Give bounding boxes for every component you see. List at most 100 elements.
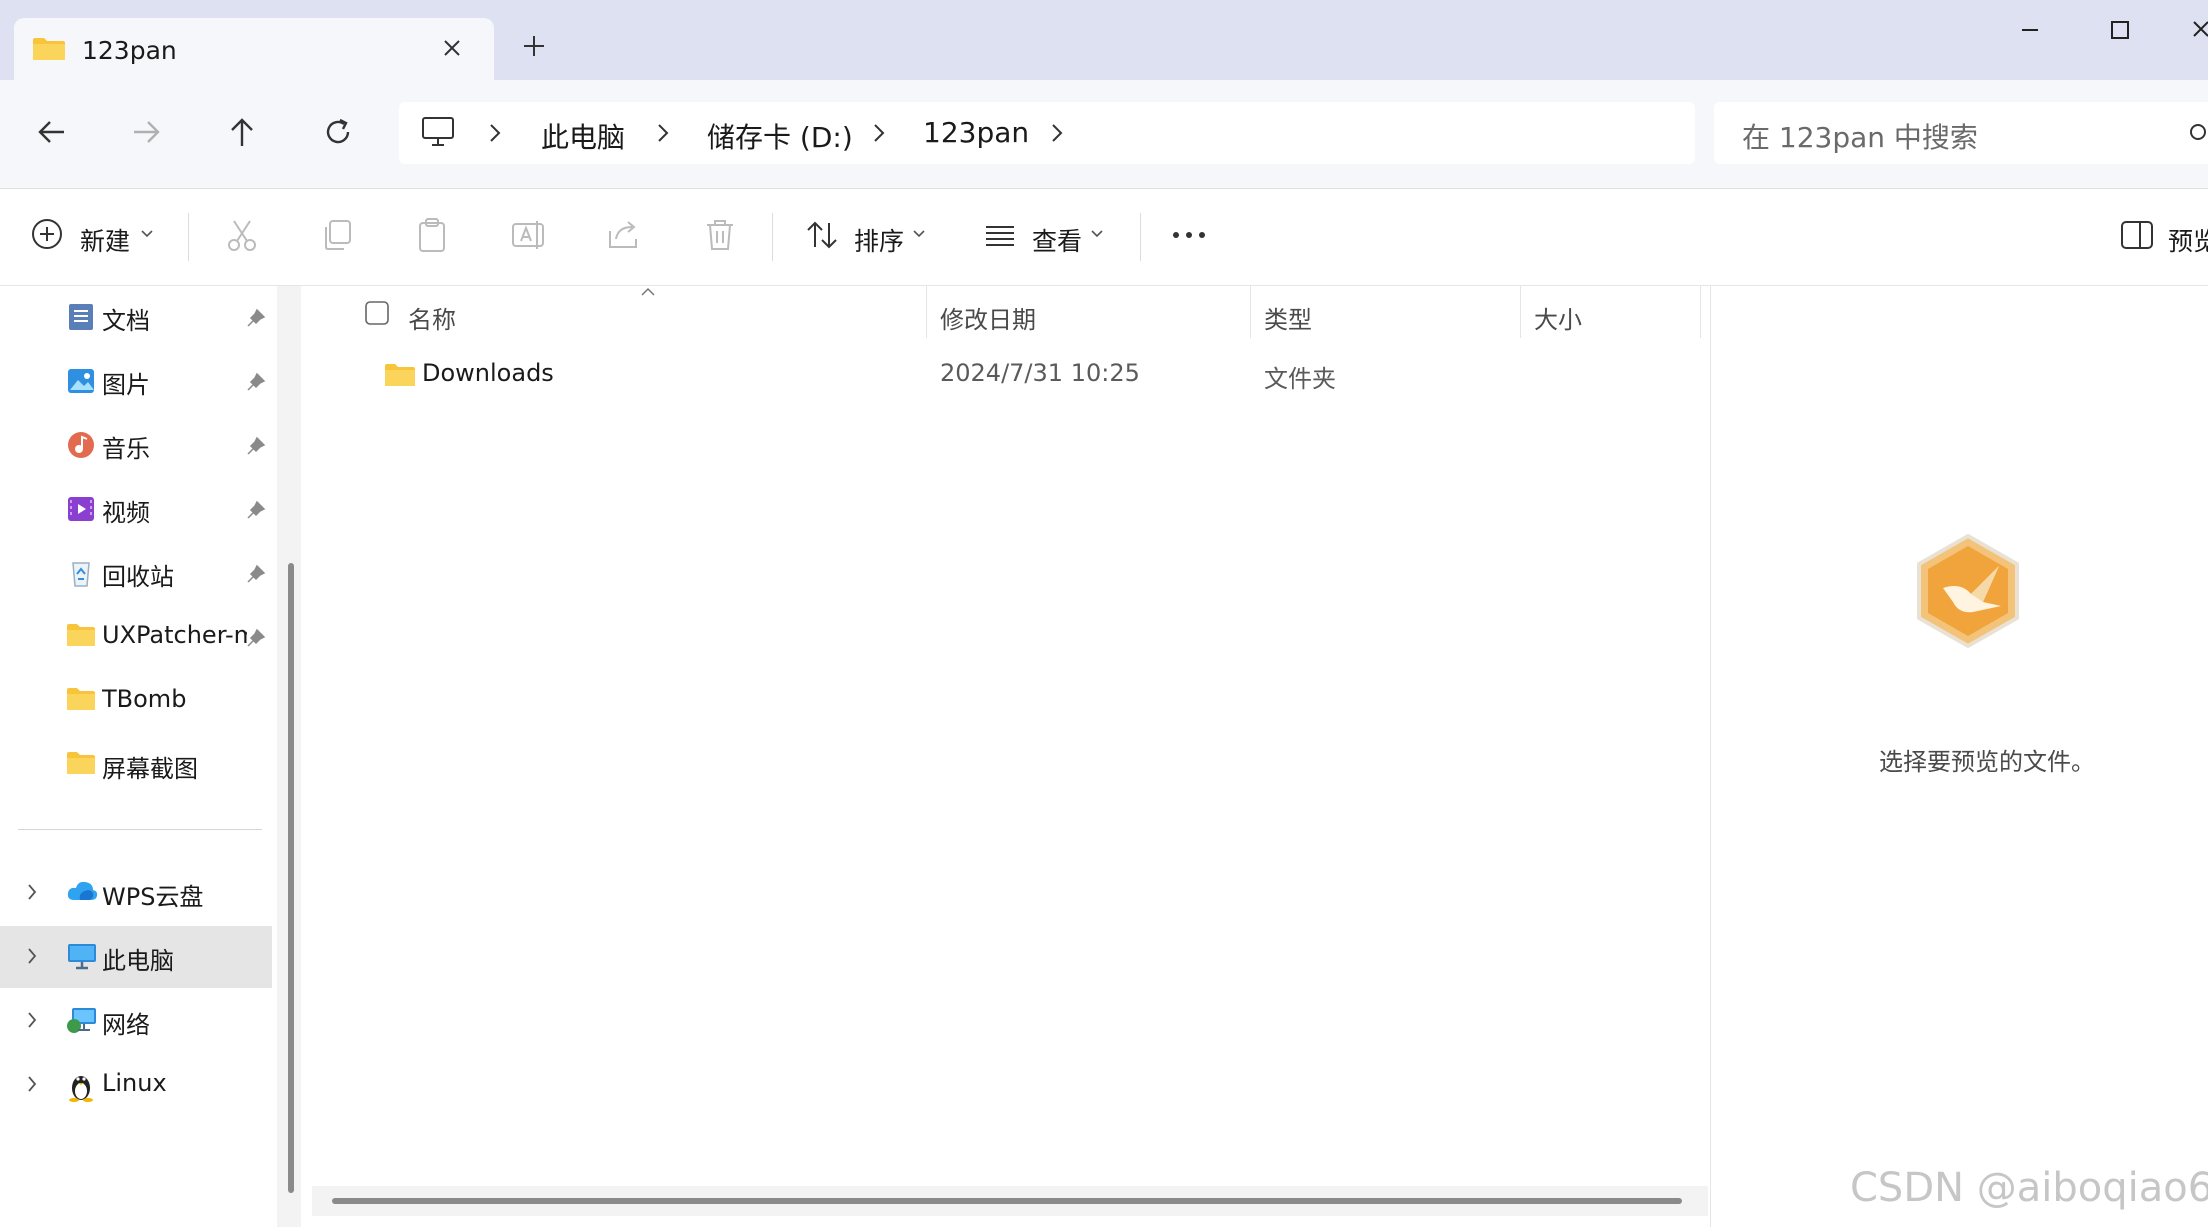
- folder-icon: [66, 750, 96, 776]
- sidebar-item-videos[interactable]: 视频: [0, 478, 272, 540]
- sidebar-item-label: WPS云盘: [102, 883, 204, 911]
- preview-empty-message: 选择要预览的文件。: [1879, 748, 2095, 776]
- pin-icon[interactable]: [246, 372, 266, 392]
- sidebar-item-this-pc[interactable]: 此电脑: [0, 926, 272, 988]
- breadcrumb-123pan[interactable]: 123pan: [923, 116, 1029, 149]
- up-icon[interactable]: [222, 112, 262, 152]
- sidebar-item-label: Linux: [102, 1069, 167, 1097]
- search-icon[interactable]: [2188, 122, 2208, 146]
- chevron-right-icon[interactable]: [485, 122, 505, 144]
- new-plus-icon[interactable]: [30, 217, 64, 251]
- sidebar-item-documents[interactable]: 文档: [0, 286, 272, 348]
- search-box[interactable]: 在 123pan 中搜索: [1714, 102, 2208, 164]
- sidebar-item-wps-cloud[interactable]: WPS云盘: [0, 862, 272, 924]
- horizontal-scrollbar[interactable]: [332, 1198, 1682, 1204]
- file-name: Downloads: [422, 359, 554, 387]
- chevron-right-icon[interactable]: [24, 1074, 40, 1094]
- new-button[interactable]: 新建: [80, 222, 130, 258]
- rename-icon: [510, 217, 546, 253]
- table-row[interactable]: Downloads 2024/7/31 10:25 文件夹: [312, 348, 1708, 412]
- chevron-right-icon[interactable]: [869, 122, 889, 144]
- file-modified: 2024/7/31 10:25: [940, 359, 1140, 387]
- back-icon[interactable]: [32, 112, 72, 152]
- view-list-icon[interactable]: [982, 217, 1018, 253]
- tab-title: 123pan: [82, 36, 177, 65]
- sidebar-item-label: 图片: [102, 371, 150, 399]
- tab-close-icon[interactable]: [438, 34, 466, 62]
- computer-icon: [66, 942, 98, 970]
- pin-icon[interactable]: [246, 308, 266, 328]
- pin-icon[interactable]: [246, 564, 266, 584]
- breadcrumb-drive-d[interactable]: 储存卡 (D:): [707, 116, 853, 156]
- share-icon: [606, 217, 642, 253]
- more-options-icon[interactable]: [1170, 217, 1210, 253]
- sidebar-scrollbar[interactable]: [288, 563, 294, 1193]
- picture-icon: [66, 366, 96, 396]
- sidebar-item-network[interactable]: 网络: [0, 990, 272, 1052]
- chevron-right-icon[interactable]: [653, 122, 673, 144]
- sidebar-item-uxpatcher[interactable]: UXPatcher-main: [0, 606, 272, 668]
- column-separator[interactable]: [1250, 286, 1251, 338]
- tab-active[interactable]: 123pan: [14, 18, 494, 80]
- folder-icon: [384, 362, 416, 388]
- preview-pane-icon[interactable]: [2120, 219, 2154, 251]
- sidebar-item-recycle-bin[interactable]: 回收站: [0, 542, 272, 604]
- sidebar-item-screenshots[interactable]: 屏幕截图: [0, 734, 272, 796]
- chevron-down-icon[interactable]: [912, 229, 926, 239]
- pin-icon[interactable]: [246, 500, 266, 520]
- column-header-type[interactable]: 类型: [1264, 300, 1312, 335]
- sidebar-item-linux[interactable]: Linux: [0, 1054, 272, 1116]
- new-tab-icon[interactable]: [520, 32, 548, 60]
- column-header-modified[interactable]: 修改日期: [940, 300, 1036, 335]
- watermark-text: CSDN @aiboqiao6: [1850, 1165, 2208, 1211]
- sidebar-item-label: 回收站: [102, 563, 174, 591]
- preview-button[interactable]: 预览: [2168, 222, 2208, 258]
- pin-icon[interactable]: [246, 436, 266, 456]
- sort-button[interactable]: 排序: [854, 222, 904, 258]
- column-separator[interactable]: [1520, 286, 1521, 338]
- chevron-right-icon[interactable]: [24, 946, 40, 966]
- pin-icon[interactable]: [246, 628, 266, 648]
- copy-icon: [320, 217, 356, 253]
- title-bar: 123pan: [0, 0, 2208, 80]
- document-icon: [66, 302, 96, 332]
- sidebar-item-tbomb[interactable]: TBomb: [0, 670, 272, 732]
- sidebar-item-label: 屏幕截图: [102, 755, 198, 783]
- command-bar: 新建 排序 查看 预览: [0, 189, 2208, 286]
- column-header-name[interactable]: 名称: [408, 300, 456, 335]
- file-type: 文件夹: [1264, 365, 1336, 393]
- sidebar-item-label: TBomb: [102, 685, 187, 713]
- view-button[interactable]: 查看: [1032, 222, 1082, 258]
- minimize-icon[interactable]: [2010, 10, 2050, 50]
- file-list: 名称 修改日期 类型 大小 Downloads 2024/7/31 10:25 …: [312, 286, 1708, 1227]
- video-icon: [66, 494, 96, 524]
- navigation-bar: 此电脑 储存卡 (D:) 123pan 在 123pan 中搜索: [0, 80, 2208, 189]
- sidebar-divider: [18, 829, 262, 830]
- address-bar[interactable]: 此电脑 储存卡 (D:) 123pan: [399, 102, 1695, 164]
- chevron-down-icon[interactable]: [1090, 229, 1104, 239]
- chevron-right-icon[interactable]: [1047, 122, 1067, 144]
- recycle-bin-icon: [66, 558, 96, 588]
- chevron-right-icon[interactable]: [24, 882, 40, 902]
- column-separator[interactable]: [926, 286, 927, 338]
- refresh-icon[interactable]: [318, 112, 358, 152]
- column-header-size[interactable]: 大小: [1534, 300, 1582, 335]
- chevron-right-icon[interactable]: [24, 1010, 40, 1030]
- chevron-down-icon[interactable]: [140, 229, 154, 239]
- linux-icon: [66, 1070, 96, 1102]
- computer-icon: [421, 116, 455, 148]
- window-close-icon[interactable]: [2190, 10, 2208, 50]
- sidebar-item-pictures[interactable]: 图片: [0, 350, 272, 412]
- app-bird-logo: [1913, 532, 2023, 650]
- network-icon: [66, 1006, 98, 1036]
- cut-icon: [224, 217, 260, 253]
- folder-icon: [32, 36, 66, 62]
- sort-icon[interactable]: [804, 217, 840, 253]
- sidebar-item-label: 此电脑: [102, 947, 174, 975]
- sidebar-item-music[interactable]: 音乐: [0, 414, 272, 476]
- breadcrumb-this-pc[interactable]: 此电脑: [541, 116, 625, 156]
- column-separator[interactable]: [1700, 286, 1701, 338]
- select-all-checkbox[interactable]: [364, 300, 390, 326]
- cloud-icon: [66, 878, 98, 904]
- maximize-icon[interactable]: [2100, 10, 2140, 50]
